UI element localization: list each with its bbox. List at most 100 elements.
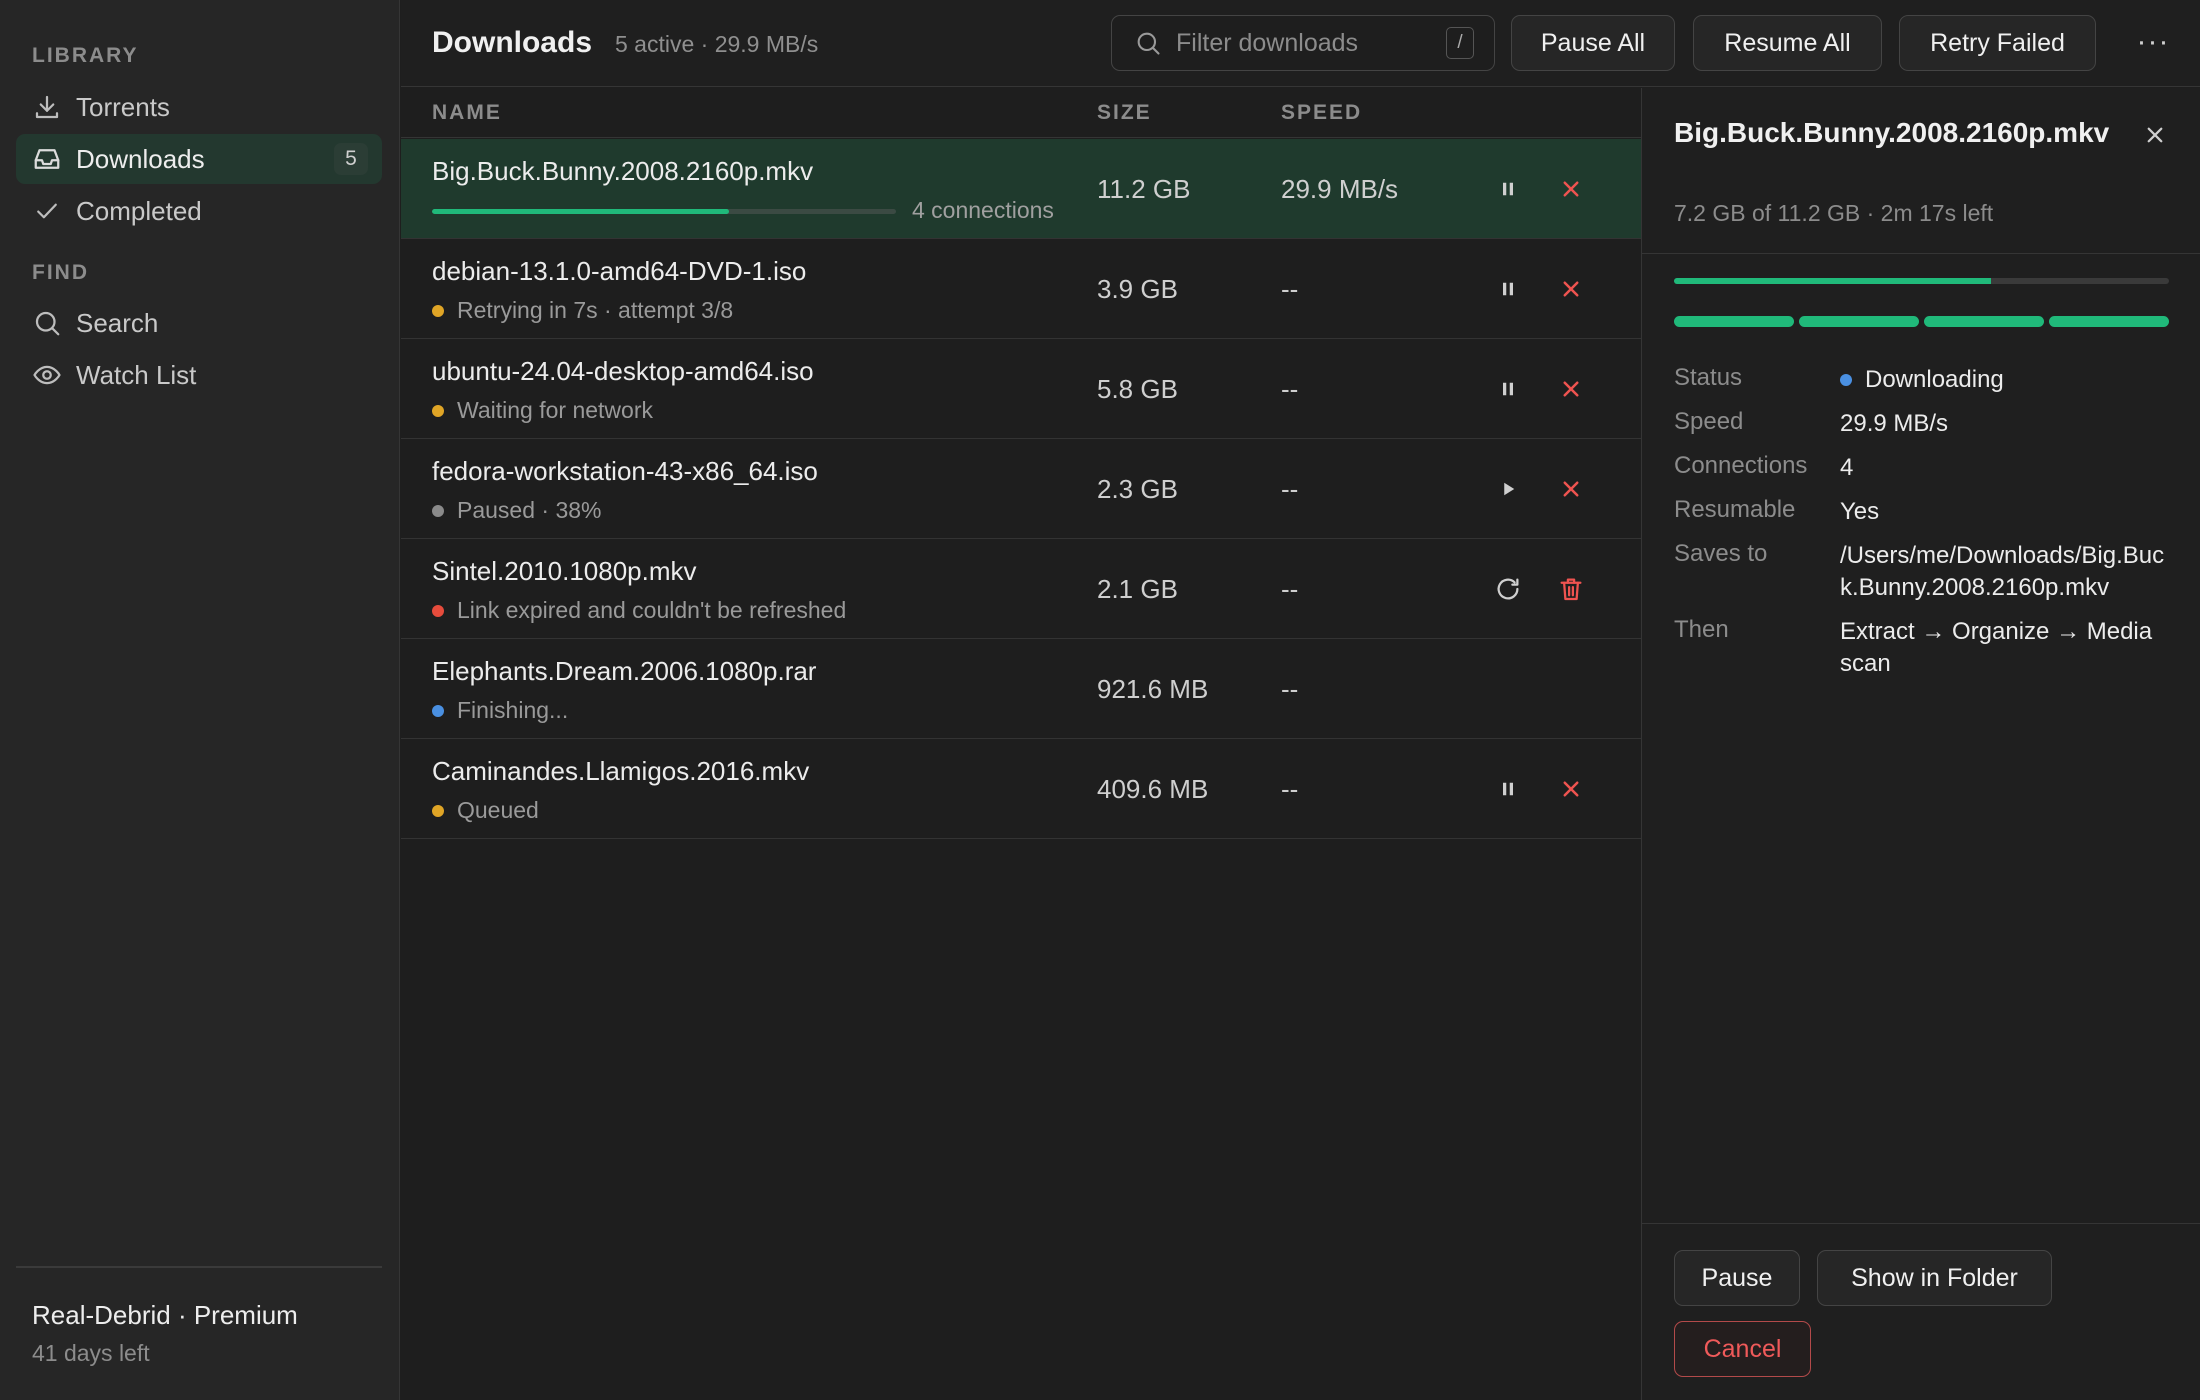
play-icon[interactable] — [1493, 474, 1523, 504]
retry-failed-button[interactable]: Retry Failed — [1899, 15, 2096, 71]
eye-icon — [32, 360, 62, 390]
pause-icon[interactable] — [1493, 174, 1523, 204]
cancel-icon[interactable] — [1556, 274, 1586, 304]
field-label-resumable: Resumable — [1674, 496, 1796, 523]
download-status: Queued — [432, 797, 539, 824]
status-text: Retrying in 7s · attempt 3/8 — [457, 297, 734, 323]
download-status: Finishing... — [432, 697, 568, 724]
connection-segments — [1674, 316, 2169, 327]
detail-title: Big.Buck.Bunny.2008.2160p.mkv — [1674, 117, 2110, 148]
sidebar-item-label: Completed — [76, 195, 202, 226]
table-row[interactable]: Caminandes.Llamigos.2016.mkv Queued 409.… — [401, 739, 1641, 839]
detail-divider — [1642, 253, 2200, 254]
show-in-folder-button[interactable]: Show in Folder — [1817, 1250, 2052, 1306]
field-label-saves-to: Saves to — [1674, 540, 1768, 567]
sidebar-item-label: Search — [76, 307, 159, 338]
status-text: Downloading — [1865, 366, 2004, 393]
connection-segment — [1674, 316, 1794, 327]
file-size: 921.6 MB — [1097, 674, 1209, 704]
status-dot — [432, 504, 444, 517]
field-value-status: Downloading — [1840, 364, 2170, 396]
download-progress-bar — [432, 209, 896, 214]
file-name: debian-13.1.0-amd64-DVD-1.iso — [432, 256, 807, 286]
download-status: Retrying in 7s · attempt 3/8 — [432, 297, 733, 324]
sidebar-item-search[interactable]: Search — [16, 298, 382, 348]
download-detail-panel: Big.Buck.Bunny.2008.2160p.mkv 7.2 GB of … — [1641, 88, 2200, 1400]
status-text: Link expired and couldn't be refreshed — [457, 597, 847, 623]
resume-all-button[interactable]: Resume All — [1693, 15, 1882, 71]
close-icon[interactable] — [2140, 120, 2170, 150]
page-header: Downloads 5 active · 29.9 MB/s / Pause A… — [401, 0, 2200, 87]
account-days-left: 41 days left — [32, 1340, 150, 1366]
field-value-then: Extract → Organize → Media scan — [1840, 618, 2153, 677]
connection-segment — [2049, 316, 2169, 327]
field-value-resumable: Yes — [1840, 498, 1880, 525]
status-dot — [432, 304, 444, 317]
download-speed: -- — [1281, 574, 1299, 604]
detail-footer-divider — [1642, 1223, 2200, 1224]
table-header: NAME SIZE SPEED — [401, 88, 1641, 138]
file-name: ubuntu-24.04-desktop-amd64.iso — [432, 356, 814, 386]
filter-downloads-input[interactable] — [1176, 28, 1426, 58]
table-row[interactable]: ubuntu-24.04-desktop-amd64.iso Waiting f… — [401, 339, 1641, 439]
file-name: Caminandes.Llamigos.2016.mkv — [432, 756, 810, 786]
status-dot — [1840, 374, 1852, 386]
download-icon — [32, 92, 62, 122]
table-row[interactable]: Big.Buck.Bunny.2008.2160p.mkv 4 connecti… — [401, 139, 1641, 239]
pause-icon[interactable] — [1493, 274, 1523, 304]
field-label-connections: Connections — [1674, 452, 1808, 479]
column-header-size[interactable]: SIZE — [1097, 101, 1152, 125]
table-row[interactable]: Sintel.2010.1080p.mkv Link expired and c… — [401, 539, 1641, 639]
cancel-icon[interactable] — [1556, 174, 1586, 204]
column-header-name[interactable]: NAME — [432, 101, 502, 125]
table-body: Big.Buck.Bunny.2008.2160p.mkv 4 connecti… — [401, 139, 1641, 839]
download-speed: -- — [1281, 374, 1299, 404]
table-row[interactable]: fedora-workstation-43-x86_64.iso Paused … — [401, 439, 1641, 539]
pause-button[interactable]: Pause — [1674, 1250, 1800, 1306]
file-name: Elephants.Dream.2006.1080p.rar — [432, 656, 817, 686]
download-speed: -- — [1281, 674, 1299, 704]
file-size: 11.2 GB — [1097, 174, 1191, 204]
status-text: Finishing... — [457, 697, 569, 723]
pause-icon[interactable] — [1493, 774, 1523, 804]
file-name: Sintel.2010.1080p.mkv — [432, 556, 697, 586]
sidebar-section-library: LIBRARY — [32, 44, 139, 67]
connection-segment — [1799, 316, 1919, 327]
check-icon — [32, 196, 62, 226]
table-row[interactable]: Elephants.Dream.2006.1080p.rar Finishing… — [401, 639, 1641, 739]
trash-icon[interactable] — [1556, 574, 1586, 604]
sidebar-item-label: Downloads — [76, 143, 205, 174]
table-row[interactable]: debian-13.1.0-amd64-DVD-1.iso Retrying i… — [401, 239, 1641, 339]
status-text: Queued — [457, 797, 539, 823]
search-icon — [32, 308, 62, 338]
cancel-icon[interactable] — [1556, 374, 1586, 404]
inbox-icon — [32, 144, 62, 174]
field-label-then: Then — [1674, 616, 1729, 643]
cancel-icon[interactable] — [1556, 774, 1586, 804]
field-value-speed: 29.9 MB/s — [1840, 410, 1949, 437]
status-dot — [432, 404, 444, 417]
column-header-speed[interactable]: SPEED — [1281, 101, 1362, 125]
cancel-icon[interactable] — [1556, 474, 1586, 504]
sidebar-item-downloads[interactable]: Downloads 5 — [16, 134, 382, 184]
detail-progress-bar — [1674, 278, 2169, 284]
detail-progress-fill — [1674, 278, 1991, 284]
download-speed: 29.9 MB/s — [1281, 174, 1399, 204]
sidebar-item-label: Watch List — [76, 359, 197, 390]
retry-icon[interactable] — [1493, 574, 1523, 604]
pause-icon[interactable] — [1493, 374, 1523, 404]
file-size: 409.6 MB — [1097, 774, 1209, 804]
filter-search-box[interactable]: / — [1111, 15, 1495, 71]
file-size: 3.9 GB — [1097, 274, 1178, 304]
sidebar-item-completed[interactable]: Completed — [16, 186, 382, 236]
pause-all-button[interactable]: Pause All — [1511, 15, 1675, 71]
keyboard-shortcut-hint: / — [1446, 27, 1474, 59]
sidebar-item-watch-list[interactable]: Watch List — [16, 350, 382, 400]
cancel-button[interactable]: Cancel — [1674, 1321, 1811, 1377]
download-progress-fill — [432, 209, 729, 214]
more-options-icon[interactable]: ··· — [2125, 22, 2181, 62]
status-dot — [432, 804, 444, 817]
status-dot — [432, 604, 444, 617]
sidebar-item-torrents[interactable]: Torrents — [16, 82, 382, 132]
page-subtitle: 5 active · 29.9 MB/s — [615, 31, 819, 57]
